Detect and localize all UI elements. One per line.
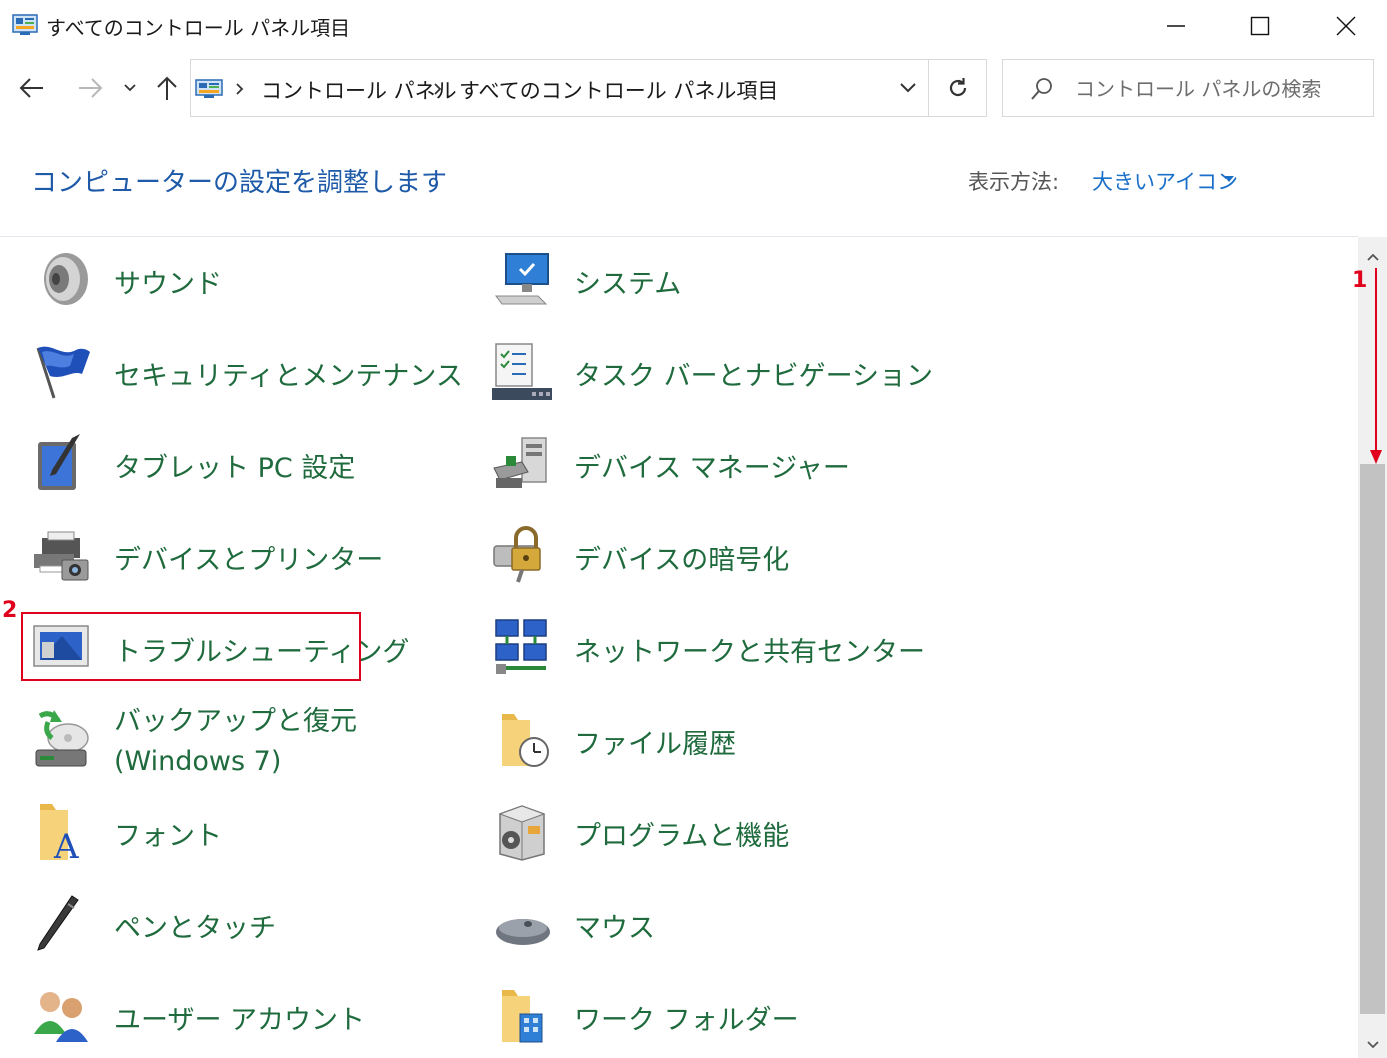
search-box[interactable] bbox=[1002, 59, 1374, 117]
item-label: フォント bbox=[114, 821, 222, 852]
item-user-accounts[interactable]: ユーザー アカウント bbox=[32, 980, 432, 1052]
padlock-drive-icon bbox=[493, 526, 541, 583]
item-label: ユーザー アカウント bbox=[114, 1005, 366, 1036]
scroll-thumb[interactable] bbox=[1360, 464, 1385, 1014]
chevron-up-icon bbox=[1366, 253, 1379, 261]
control-panel-icon bbox=[12, 14, 38, 35]
maximize-icon bbox=[1250, 16, 1270, 36]
item-device-encryption[interactable]: デバイスの暗号化 bbox=[492, 520, 892, 592]
flag-icon bbox=[36, 346, 90, 399]
annotation-step-2: 2 bbox=[2, 598, 18, 623]
up-button[interactable] bbox=[150, 70, 184, 106]
font-folder-icon: A bbox=[40, 804, 79, 862]
view-by-label: 表示方法: bbox=[968, 170, 1060, 194]
item-label: タブレット PC 設定 bbox=[114, 453, 356, 484]
speaker-icon bbox=[44, 253, 88, 305]
close-button[interactable] bbox=[1306, 0, 1386, 52]
chevron-right-icon bbox=[236, 83, 244, 95]
item-label: タスク バーとナビゲーション bbox=[574, 361, 934, 392]
printer-camera-icon bbox=[34, 531, 89, 581]
chevron-down-icon bbox=[124, 84, 136, 92]
item-label: ペンとタッチ bbox=[114, 913, 276, 944]
item-security-maintenance[interactable]: セキュリティとメンテナンス bbox=[32, 336, 463, 408]
scroll-down-button[interactable] bbox=[1358, 1033, 1387, 1057]
refresh-button[interactable] bbox=[930, 60, 986, 116]
chevron-right-icon bbox=[434, 83, 442, 95]
backup-drive-icon bbox=[35, 710, 89, 767]
tablet-pen-icon bbox=[38, 434, 80, 490]
search-icon bbox=[1031, 78, 1052, 100]
item-label: システム bbox=[574, 269, 682, 300]
item-file-history[interactable]: ファイル履歴 bbox=[492, 704, 892, 776]
refresh-icon bbox=[949, 78, 967, 97]
maximize-button[interactable] bbox=[1220, 0, 1300, 52]
device-manager-icon bbox=[493, 437, 547, 488]
arrow-right-icon bbox=[79, 78, 103, 98]
back-button[interactable] bbox=[14, 70, 50, 106]
item-pen-touch[interactable]: ペンとタッチ bbox=[32, 888, 432, 960]
item-system[interactable]: システム bbox=[492, 244, 892, 316]
item-fonts[interactable]: A フォント bbox=[32, 796, 432, 868]
item-label: サウンド bbox=[114, 269, 222, 300]
computer-monitor-icon bbox=[495, 253, 549, 305]
mouse-icon bbox=[496, 919, 550, 945]
arrow-up-icon bbox=[157, 76, 177, 100]
item-label: セキュリティとメンテナンス bbox=[114, 361, 463, 392]
caret-down-icon bbox=[1224, 176, 1234, 182]
forward-button[interactable] bbox=[72, 70, 108, 106]
work-folder-icon bbox=[502, 990, 543, 1043]
item-label: ワーク フォルダー bbox=[574, 1005, 799, 1036]
item-mouse[interactable]: マウス bbox=[492, 888, 892, 960]
item-tablet-pc-settings[interactable]: タブレット PC 設定 bbox=[32, 428, 432, 500]
annotation-arrow-down-icon bbox=[1370, 268, 1382, 464]
item-devices-printers[interactable]: デバイスとプリンター bbox=[32, 520, 432, 592]
control-panel-icon bbox=[195, 79, 223, 98]
chevron-down-icon bbox=[1366, 1041, 1379, 1049]
item-label: ネットワークと共有センター bbox=[574, 637, 925, 668]
item-programs-features[interactable]: プログラムと機能 bbox=[492, 796, 892, 868]
programs-box-icon bbox=[498, 805, 546, 861]
item-label: デバイスの暗号化 bbox=[574, 545, 790, 576]
address-divider bbox=[928, 59, 929, 117]
item-label: バックアップと復元 (Windows 7) bbox=[114, 706, 357, 777]
taskbar-checklist-icon bbox=[492, 343, 552, 400]
view-by-dropdown[interactable]: 大きいアイコン bbox=[1092, 166, 1238, 196]
control-panel-window: すべてのコントロール パネル項目 コントロール パネル すべてのコントロール パ… bbox=[0, 0, 1387, 1058]
arrow-left-icon bbox=[19, 78, 43, 98]
item-label: デバイスとプリンター bbox=[114, 545, 384, 576]
search-input[interactable] bbox=[1075, 72, 1365, 106]
item-backup-restore[interactable]: バックアップと復元 (Windows 7) bbox=[32, 704, 432, 777]
item-sound[interactable]: サウンド bbox=[32, 244, 432, 316]
item-label: ファイル履歴 bbox=[574, 729, 736, 760]
header-divider bbox=[0, 236, 1358, 237]
breadcrumb-control-panel[interactable]: コントロール パネル bbox=[261, 75, 457, 105]
page-heading: コンピューターの設定を調整します bbox=[31, 168, 448, 198]
network-icon bbox=[495, 619, 547, 674]
item-work-folders[interactable]: ワーク フォルダー bbox=[492, 980, 892, 1052]
minimize-icon bbox=[1167, 25, 1185, 27]
users-icon bbox=[34, 992, 88, 1042]
item-label: マウス bbox=[574, 913, 655, 944]
pen-icon bbox=[37, 895, 79, 951]
breadcrumb-all-items[interactable]: すべてのコントロール パネル項目 bbox=[459, 75, 778, 105]
annotation-highlight-box bbox=[21, 612, 361, 681]
chevron-down-icon bbox=[900, 83, 916, 93]
folder-clock-icon bbox=[502, 714, 549, 767]
close-icon bbox=[1336, 16, 1356, 36]
svg-text:A: A bbox=[53, 827, 79, 862]
address-bar[interactable]: コントロール パネル すべてのコントロール パネル項目 bbox=[190, 59, 987, 117]
address-dropdown-button[interactable] bbox=[888, 60, 928, 116]
title-bar: すべてのコントロール パネル項目 bbox=[0, 0, 1387, 52]
item-label: デバイス マネージャー bbox=[574, 453, 850, 484]
item-network-sharing-center[interactable]: ネットワークと共有センター bbox=[492, 612, 925, 684]
recent-locations-button[interactable] bbox=[118, 70, 142, 106]
item-label: プログラムと機能 bbox=[574, 821, 790, 852]
window-title: すべてのコントロール パネル項目 bbox=[46, 16, 351, 40]
minimize-button[interactable] bbox=[1136, 0, 1216, 52]
item-taskbar-navigation[interactable]: タスク バーとナビゲーション bbox=[492, 336, 933, 408]
item-device-manager[interactable]: デバイス マネージャー bbox=[492, 428, 892, 500]
